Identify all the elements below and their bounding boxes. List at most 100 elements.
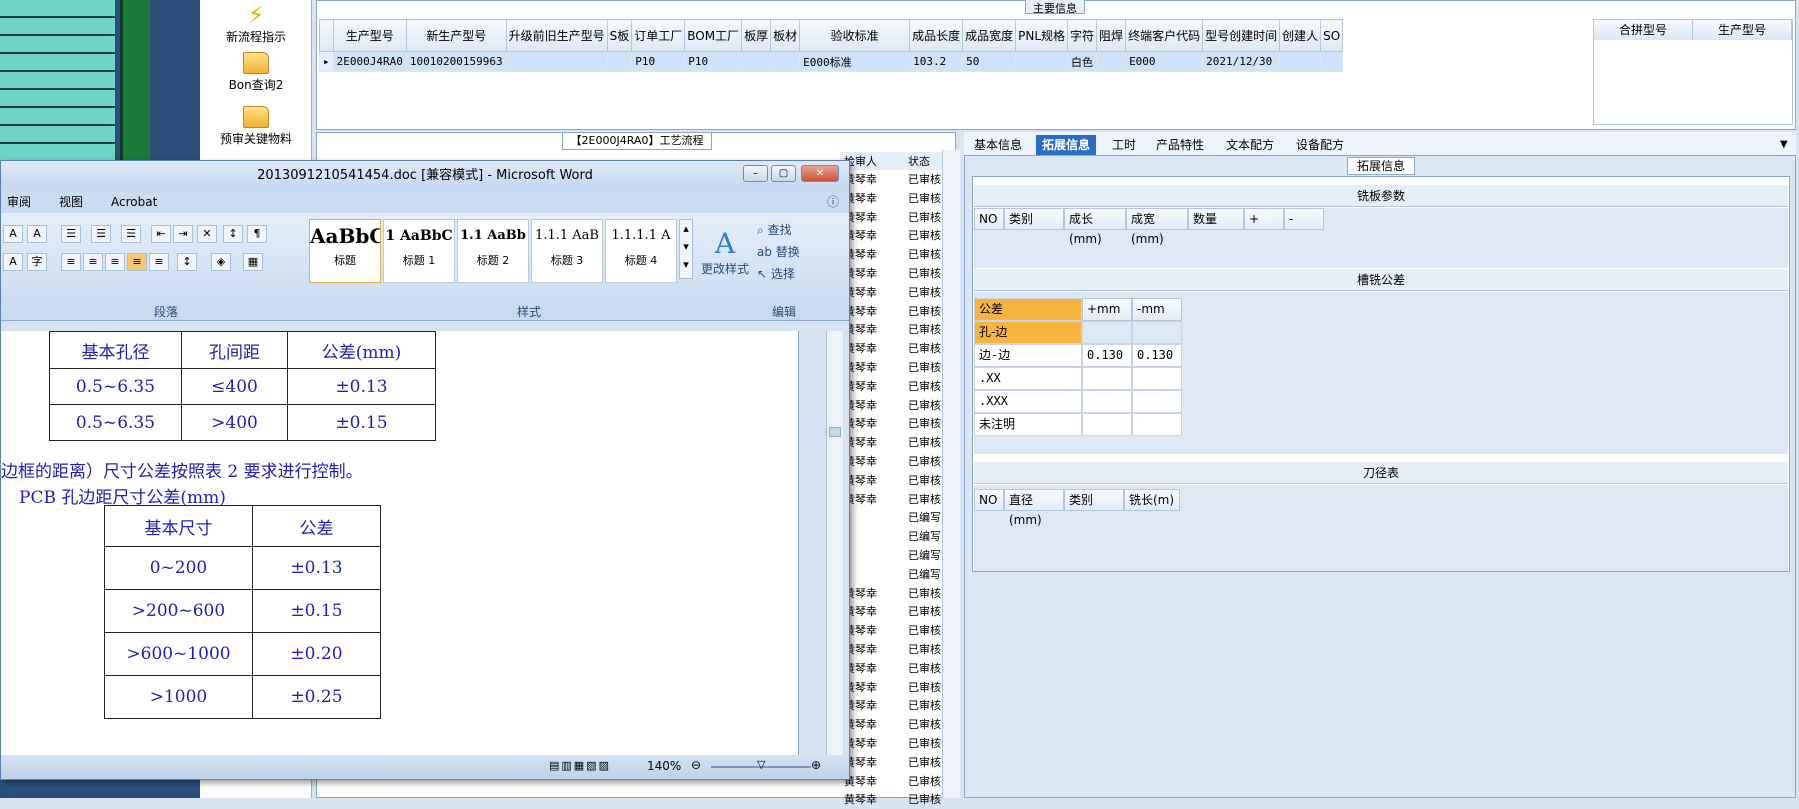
tolerance-cell-minus[interactable] xyxy=(1132,367,1182,390)
process-row[interactable]: 黄琴幸 已审核 xyxy=(840,245,955,264)
col-header[interactable]: 类别 xyxy=(1004,208,1064,230)
process-scrollbar[interactable] xyxy=(942,150,960,798)
tolerance-row-label[interactable]: .XX xyxy=(974,367,1082,390)
table-cell[interactable]: E000标准 xyxy=(799,51,911,72)
col-header[interactable]: 类别 xyxy=(1064,489,1124,511)
table-cell[interactable]: 2021/12/30 xyxy=(1202,51,1281,72)
process-row[interactable]: 黄琴幸 已审核 xyxy=(840,471,955,490)
table-cell[interactable] xyxy=(1015,51,1069,72)
tab-work-hours[interactable]: 工时 xyxy=(1106,135,1142,155)
tolerance-row-label[interactable]: 边-边 xyxy=(974,344,1082,367)
col-header[interactable]: 铣长(m) xyxy=(1124,489,1180,511)
process-row[interactable]: 黄琴幸 已审核 xyxy=(840,170,955,189)
style-heading-3[interactable]: 1.1.1 AaB 标题 3 xyxy=(531,219,603,283)
bullets-icon[interactable]: ☰ xyxy=(61,225,81,243)
style-heading-2[interactable]: 1.1 AaBb 标题 2 xyxy=(457,219,529,283)
numbering-icon[interactable]: ☰ xyxy=(91,225,111,243)
col-header[interactable]: - xyxy=(1284,208,1324,230)
process-row[interactable]: 已编写 xyxy=(840,527,955,546)
col-header[interactable]: SO xyxy=(1320,19,1344,52)
zoom-slider-thumb[interactable]: ▽ xyxy=(757,758,765,771)
col-header[interactable]: 成品宽度 xyxy=(962,19,1017,52)
process-row[interactable]: 黄琴幸 已审核 xyxy=(840,320,955,339)
col-header[interactable]: 板材 xyxy=(770,19,801,52)
zoom-level[interactable]: 140% xyxy=(647,759,681,773)
chinese-layout-icon[interactable]: ✕ xyxy=(197,225,217,243)
line-spacing-icon[interactable]: ↕ xyxy=(177,253,197,271)
tolerance-cell-minus[interactable]: 0.130 xyxy=(1132,344,1182,367)
col-header[interactable]: 生产型号 xyxy=(1693,20,1792,40)
style-title[interactable]: AaBbC 标题 xyxy=(309,219,381,283)
distribute-icon[interactable]: ≡ xyxy=(149,253,169,271)
align-right-icon[interactable]: ≡ xyxy=(105,253,125,271)
table-cell[interactable] xyxy=(770,51,801,72)
col-header[interactable]: 订单工厂 xyxy=(631,19,686,52)
process-row[interactable]: 已编写 xyxy=(840,508,955,527)
col-header[interactable]: 新生产型号 xyxy=(405,19,507,52)
process-row[interactable]: 黄琴幸 已审核 xyxy=(840,772,955,791)
tab-product-features[interactable]: 产品特性 xyxy=(1150,135,1210,155)
tolerance-cell-plus[interactable] xyxy=(1082,390,1132,413)
col-header[interactable]: 公差 xyxy=(974,298,1082,321)
multilevel-icon[interactable]: ☰ xyxy=(121,225,141,243)
table-cell[interactable]: P10 xyxy=(631,51,686,72)
process-row[interactable]: 黄琴幸 已审核 xyxy=(840,433,955,452)
table-cell[interactable] xyxy=(741,51,772,72)
col-header[interactable]: BOM工厂 xyxy=(684,19,743,52)
table-cell[interactable]: 50 xyxy=(962,51,1017,72)
process-row[interactable]: 黄琴幸 已审核 xyxy=(840,358,955,377)
process-row[interactable]: 黄琴幸 已审核 xyxy=(840,283,955,302)
col-header[interactable]: -mm xyxy=(1132,298,1182,321)
col-header[interactable]: 升级前旧生产型号 xyxy=(505,19,608,52)
tolerance-cell-plus[interactable] xyxy=(1082,413,1132,436)
col-header[interactable]: 字符 xyxy=(1067,19,1098,52)
table-cell[interactable]: 白色 xyxy=(1067,51,1098,72)
process-row[interactable]: 已编写 xyxy=(840,546,955,565)
process-row[interactable]: 黄琴幸 已审核 xyxy=(840,414,955,433)
word-title-bar[interactable]: 2013091210541454.doc [兼容模式] - Microsoft … xyxy=(1,161,849,191)
tool-new-process[interactable]: ⚡ 新流程指示 xyxy=(200,3,312,45)
table-cell[interactable] xyxy=(1320,51,1344,72)
view-buttons-icon[interactable]: ▤▥▦▧▨ xyxy=(549,759,611,772)
table-cell[interactable]: 103.2 xyxy=(909,51,964,72)
tolerance-cell-plus[interactable]: 0.130 xyxy=(1082,344,1132,367)
col-header[interactable]: 直径(mm) xyxy=(1004,489,1064,527)
col-header[interactable]: 型号创建时间 xyxy=(1202,19,1281,52)
process-row[interactable]: 黄琴幸 已审核 xyxy=(840,189,955,208)
minimize-button[interactable]: – xyxy=(743,165,768,182)
process-row[interactable]: 黄琴幸 已审核 xyxy=(840,621,955,640)
col-header[interactable]: 成长(mm) xyxy=(1064,208,1126,246)
decrease-indent-icon[interactable]: ⇤ xyxy=(151,225,171,243)
tab-extended-info[interactable]: 拓展信息 xyxy=(1036,135,1097,155)
word-window[interactable]: 2013091210541454.doc [兼容模式] - Microsoft … xyxy=(0,160,850,780)
table-cell[interactable]: 10010200159963 xyxy=(405,51,507,72)
col-header[interactable]: NO xyxy=(974,208,1004,230)
process-row[interactable]: 黄琴幸 已审核 xyxy=(840,602,955,621)
borders-icon[interactable]: ▦ xyxy=(243,253,263,271)
col-header[interactable]: 创建人 xyxy=(1279,19,1322,52)
process-row[interactable]: 黄琴幸 已审核 xyxy=(840,377,955,396)
align-center-icon[interactable]: ≡ xyxy=(83,253,103,271)
style-heading-1[interactable]: 1 AaBbC 标题 1 xyxy=(383,219,455,283)
tab-text-recipe[interactable]: 文本配方 xyxy=(1220,135,1280,155)
font-icon[interactable]: A xyxy=(3,225,23,243)
help-icon[interactable]: ⓘ xyxy=(827,191,839,213)
col-header[interactable]: 成宽(mm) xyxy=(1126,208,1188,246)
tolerance-cell-plus[interactable] xyxy=(1082,367,1132,390)
char-border-icon[interactable]: 字 xyxy=(27,253,47,271)
col-header[interactable]: 终端客户代码 xyxy=(1125,19,1204,52)
increase-indent-icon[interactable]: ⇥ xyxy=(173,225,193,243)
col-header[interactable]: NO xyxy=(974,489,1004,511)
process-row[interactable]: 黄琴幸 已审核 xyxy=(840,696,955,715)
col-header[interactable]: + xyxy=(1244,208,1284,230)
process-row[interactable]: 黄琴幸 已审核 xyxy=(840,734,955,753)
process-row[interactable]: 黄琴幸 已审核 xyxy=(840,302,955,321)
tolerance-cell-plus[interactable] xyxy=(1082,321,1132,344)
process-row[interactable]: 黄琴幸 已审核 xyxy=(840,640,955,659)
zoom-in-icon[interactable]: ⊕ xyxy=(811,758,821,772)
tool-key-material[interactable]: 预审关键物料 xyxy=(200,106,312,147)
col-header[interactable]: S板 xyxy=(606,19,633,52)
styles-scroll-icon[interactable]: ▴ ▾ ▾ xyxy=(679,219,693,279)
table-cell[interactable]: P10 xyxy=(684,51,743,72)
select-button[interactable]: ↖ 选择 xyxy=(757,265,795,282)
